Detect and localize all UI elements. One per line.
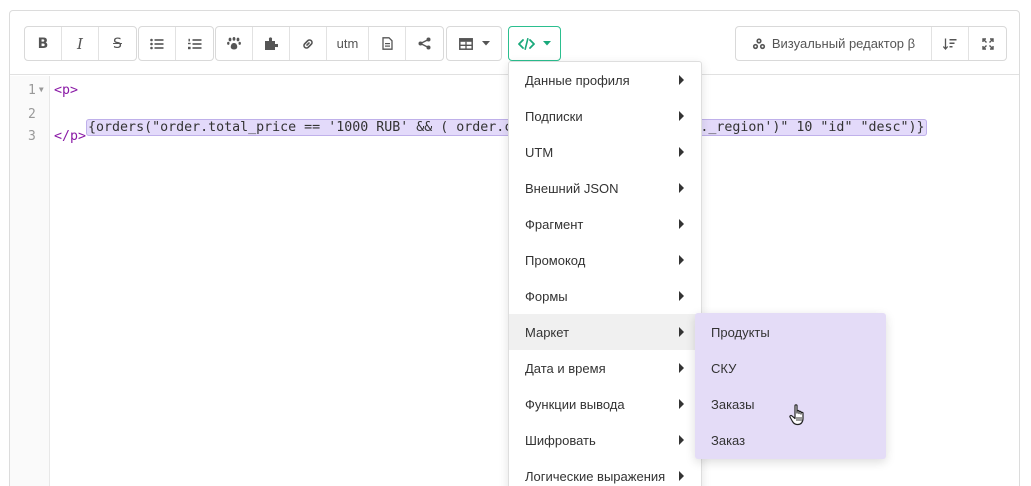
table-button[interactable] xyxy=(447,27,501,60)
menu-item-label: Дата и время xyxy=(525,360,606,376)
code-insert-button[interactable] xyxy=(509,27,560,60)
caret-right-icon xyxy=(679,219,684,229)
table-group xyxy=(446,26,502,61)
line-number: 2 xyxy=(28,107,36,122)
line-number-text: 1 xyxy=(28,83,36,98)
insert-group: utm xyxy=(215,26,444,61)
visual-editor-icon xyxy=(752,37,765,49)
bold-icon: B xyxy=(37,35,49,52)
menu-item-utm[interactable]: UTM xyxy=(509,134,701,170)
visual-editor-button[interactable]: Визуальный редактор β xyxy=(736,27,932,60)
share-button[interactable] xyxy=(406,27,443,60)
menu-item-label: Шифровать xyxy=(525,432,596,448)
expression-right: ead._region')" 10 "id" "desc")} xyxy=(676,120,925,135)
table-icon xyxy=(458,37,473,50)
code-group xyxy=(508,26,561,61)
highlighted-expression: {orders("order.total_price == '1000 RUB'… xyxy=(86,119,927,136)
bullet-list-button[interactable] xyxy=(139,27,176,60)
menu-item-promocode[interactable]: Промокод xyxy=(509,242,701,278)
menu-item-label: Данные профиля xyxy=(525,72,630,88)
submenu-item-sku[interactable]: СКУ xyxy=(695,350,886,386)
share-icon xyxy=(418,37,431,50)
caret-right-icon xyxy=(679,291,684,301)
code-line-1[interactable]: <p> xyxy=(54,83,78,98)
menu-item-subscriptions[interactable]: Подписки xyxy=(509,98,701,134)
submenu-item-products[interactable]: Продукты xyxy=(695,314,886,350)
numbered-list-icon xyxy=(187,38,201,49)
list-group xyxy=(138,26,214,61)
code-line-3[interactable]: </p> xyxy=(54,129,86,144)
menu-item-label: Внешний JSON xyxy=(525,180,619,196)
menu-item-label: Фрагмент xyxy=(525,216,584,232)
menu-item-label: UTM xyxy=(525,144,554,160)
document-button[interactable] xyxy=(369,27,406,60)
fullscreen-icon xyxy=(981,37,994,50)
document-icon xyxy=(381,37,393,50)
caret-right-icon xyxy=(679,435,684,445)
utm-icon: utm xyxy=(336,36,359,51)
strikethrough-button[interactable]: S xyxy=(99,27,136,60)
caret-right-icon xyxy=(679,111,684,121)
menu-item-forms[interactable]: Формы xyxy=(509,278,701,314)
hand-cursor-icon xyxy=(789,404,804,426)
menu-item-date-time[interactable]: Дата и время xyxy=(509,350,701,386)
caret-right-icon xyxy=(679,255,684,265)
submenu-item-order[interactable]: Заказ xyxy=(695,422,886,458)
caret-right-icon xyxy=(679,183,684,193)
bullet-list-icon xyxy=(150,38,164,49)
italic-button[interactable]: I xyxy=(62,27,99,60)
menu-item-label: Формы xyxy=(525,288,568,304)
link-button[interactable] xyxy=(290,27,327,60)
caret-right-icon xyxy=(679,75,684,85)
menu-item-external-json[interactable]: Внешний JSON xyxy=(509,170,701,206)
line-number: 3 xyxy=(28,129,36,144)
expression-left: {orders("order.total_price == '1000 RUB'… xyxy=(88,120,521,135)
caret-right-icon xyxy=(679,399,684,409)
menu-item-fragment[interactable]: Фрагмент xyxy=(509,206,701,242)
menu-item-profile-data[interactable]: Данные профиля xyxy=(509,62,701,98)
menu-item-encrypt[interactable]: Шифровать xyxy=(509,422,701,458)
line-number: 1 ▼ xyxy=(10,83,50,98)
strikethrough-icon: S xyxy=(113,35,122,52)
sort-button[interactable] xyxy=(932,27,969,60)
insert-variable-menu: Данные профиля Подписки UTM Внешний JSON… xyxy=(508,61,702,486)
menu-item-label: Логические выражения xyxy=(525,468,666,484)
code-icon xyxy=(518,37,535,50)
link-icon xyxy=(303,38,313,49)
numbered-list-button[interactable] xyxy=(176,27,213,60)
market-submenu: Продукты СКУ Заказы Заказ xyxy=(695,313,886,459)
menu-item-label: Маркет xyxy=(525,324,570,340)
menu-item-market[interactable]: Маркет xyxy=(509,314,701,350)
chevron-down-icon xyxy=(481,41,490,46)
menu-item-label: Промокод xyxy=(525,252,586,268)
right-tools-group: Визуальный редактор β xyxy=(735,26,1007,61)
caret-right-icon xyxy=(679,471,684,481)
paw-icon xyxy=(227,37,241,50)
menu-item-label: Подписки xyxy=(525,108,583,124)
fold-icon[interactable]: ▼ xyxy=(39,85,44,94)
code-line-2[interactable]: {orders("order.total_price == '1000 RUB'… xyxy=(54,105,927,150)
puzzle-icon xyxy=(265,36,278,50)
menu-item-logical-expressions[interactable]: Логические выражения xyxy=(509,458,701,486)
utm-button[interactable]: utm xyxy=(327,27,369,60)
caret-right-icon xyxy=(679,327,684,337)
caret-right-icon xyxy=(679,363,684,373)
format-group: B I S xyxy=(24,26,137,61)
italic-icon: I xyxy=(77,34,83,53)
menu-item-output-functions[interactable]: Функции вывода xyxy=(509,386,701,422)
sort-icon xyxy=(943,38,957,50)
menu-item-label: Функции вывода xyxy=(525,396,625,412)
caret-right-icon xyxy=(679,147,684,157)
fullscreen-button[interactable] xyxy=(969,27,1006,60)
puzzle-button[interactable] xyxy=(253,27,290,60)
chevron-down-icon xyxy=(543,41,551,46)
visual-editor-label: Визуальный редактор β xyxy=(771,36,916,51)
bold-button[interactable]: B xyxy=(25,27,62,60)
paw-button[interactable] xyxy=(216,27,253,60)
